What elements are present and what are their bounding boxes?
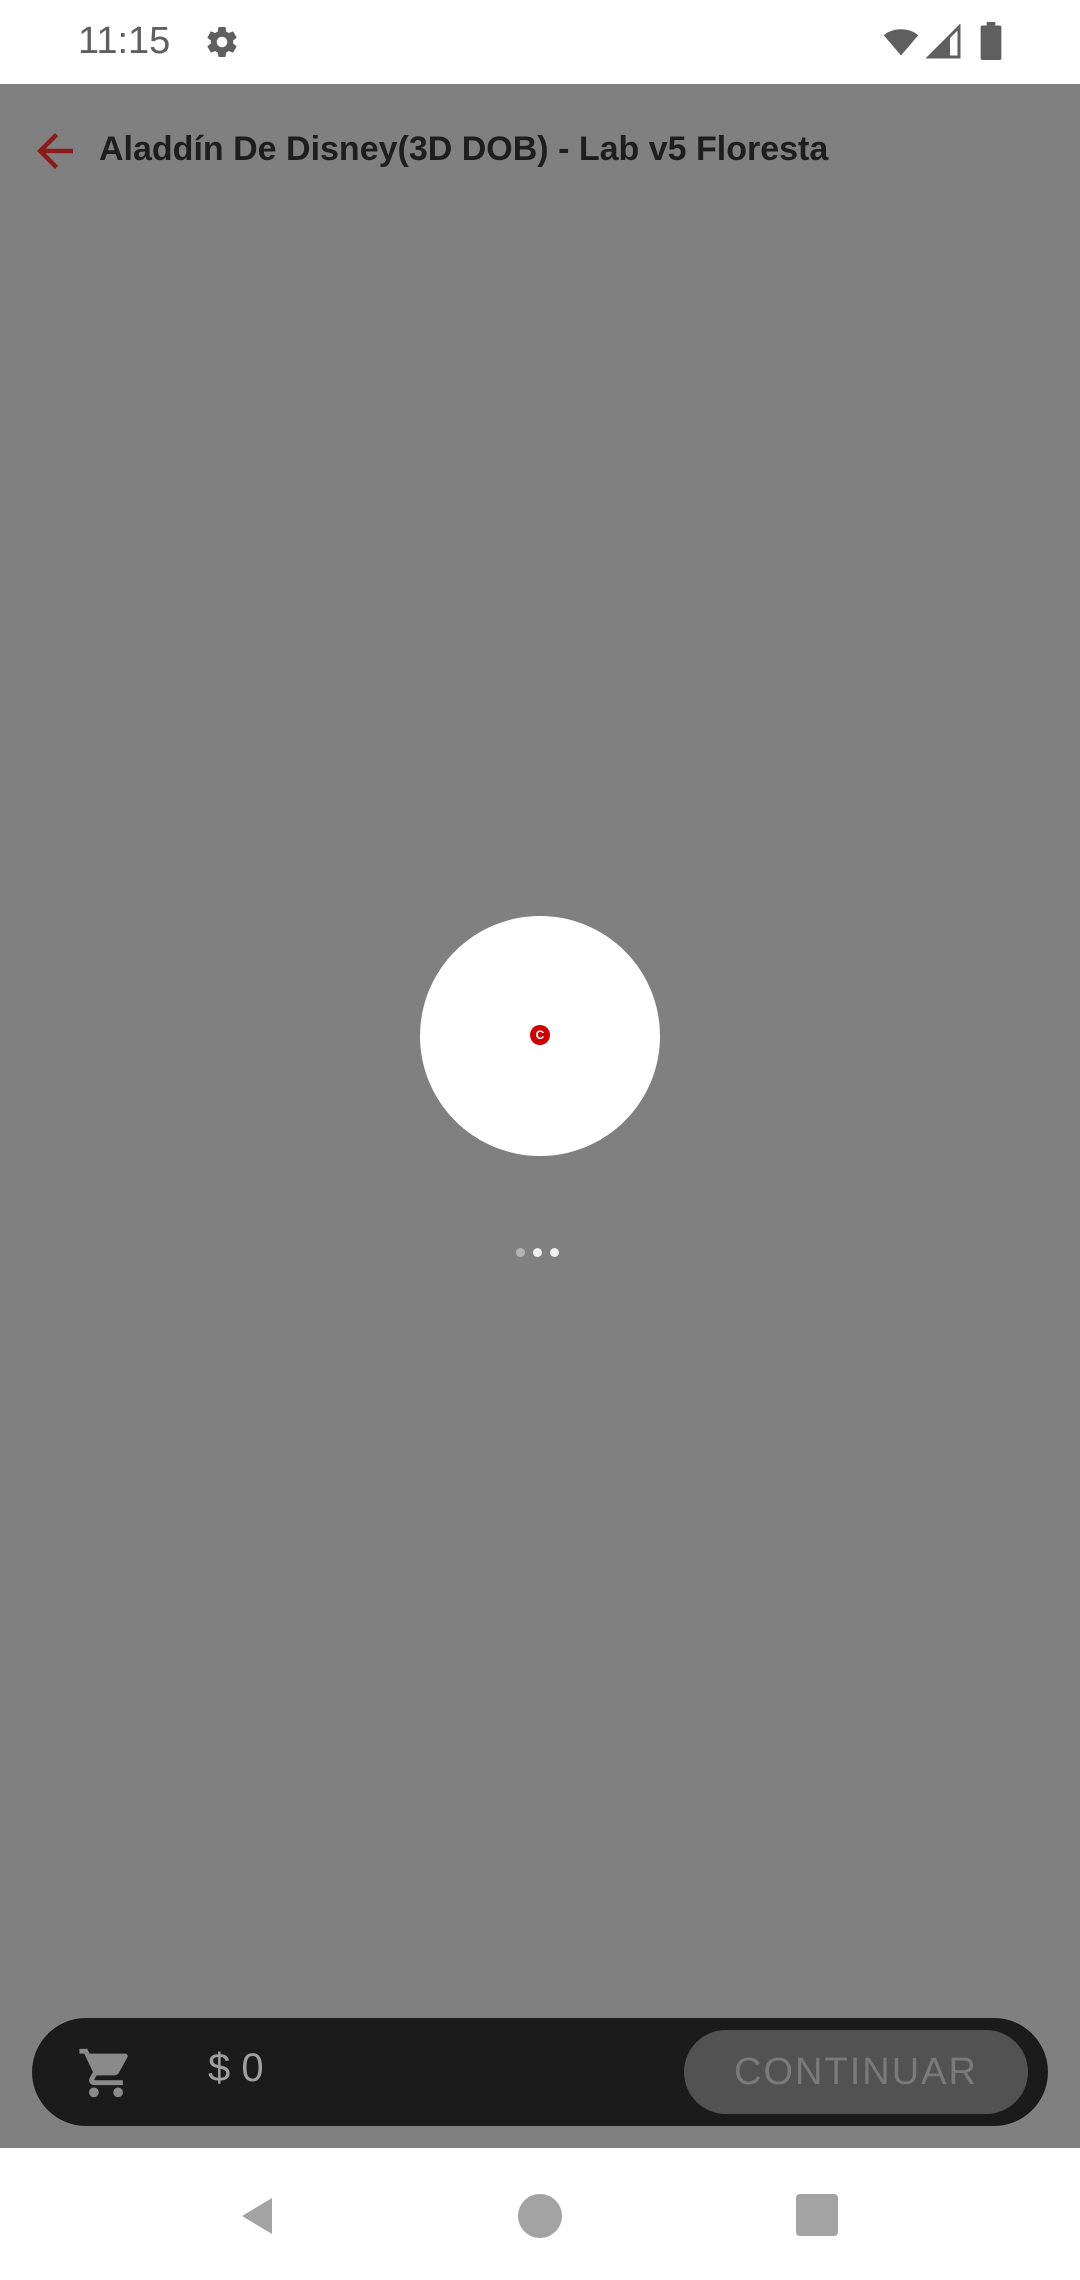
status-bar: 11:15 [0,0,1080,84]
cart-total: $ 0 [208,2046,264,2090]
nav-recent-icon[interactable] [796,2194,838,2236]
signal-icon [926,24,961,59]
nav-back-icon[interactable] [234,2192,282,2240]
page-title: Aladdín De Disney(3D DOB) - Lab v5 Flore… [99,130,829,168]
system-nav-bar [0,2148,1080,2280]
cart-bar: $ 0 CONTINUAR [32,2018,1048,2126]
nav-home-icon[interactable] [518,2194,562,2238]
loading-dots [516,1248,564,1260]
cart-icon[interactable] [76,2044,136,2102]
loading-dot [533,1248,542,1257]
brand-logo-icon: C [530,1025,550,1045]
status-time: 11:15 [78,20,171,62]
loading-dot [550,1248,559,1257]
loading-dot [516,1248,525,1257]
gear-icon [207,27,237,57]
app-header: Aladdín De Disney(3D DOB) - Lab v5 Flore… [0,84,1080,216]
battery-icon [980,22,1002,60]
wifi-icon [883,29,919,56]
continue-button[interactable]: CONTINUAR [684,2030,1028,2114]
arrow-back-icon[interactable] [28,124,82,178]
